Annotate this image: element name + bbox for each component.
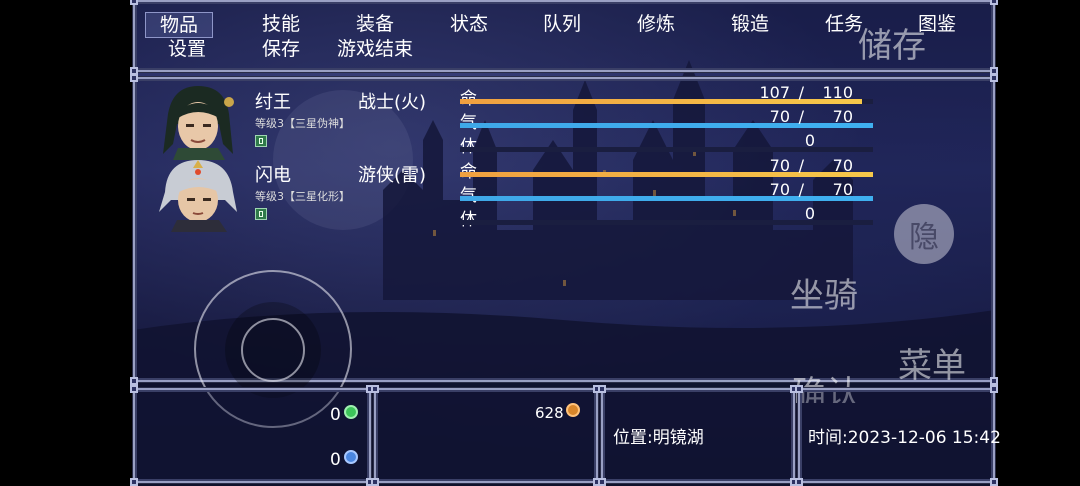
stat-label: 气 [460, 181, 477, 206]
stat-current: 70 [769, 156, 790, 175]
hourglass-icon [255, 135, 267, 147]
panel-corner [130, 74, 138, 82]
stat-label: 命 [460, 157, 477, 182]
panel-corner [990, 478, 998, 486]
stat-current: 70 [769, 180, 790, 199]
panel-corner [990, 74, 998, 82]
menu-item-items[interactable]: 物品 [145, 12, 214, 38]
panel-corner [371, 478, 379, 486]
green-coin-icon [344, 405, 358, 419]
main-menu-button[interactable]: 菜单 [898, 338, 966, 387]
member-class: 战士(火) [358, 92, 427, 113]
member-level: 等级3【三星伪神】 [255, 117, 350, 130]
stat-separator: / [798, 107, 804, 126]
portrait-zhouwang [163, 86, 234, 160]
save-overlay-button[interactable]: 储存 [858, 18, 926, 67]
menu-item-skills[interactable]: 技能 [262, 12, 300, 36]
menu-item-quit-game[interactable]: 游戏结束 [337, 37, 413, 61]
stat-max: 70 [832, 180, 853, 199]
member-name: 闪电 [255, 165, 291, 186]
menu-item-forge[interactable]: 锻造 [731, 12, 769, 36]
gold-count: 628 [535, 404, 564, 422]
stat-current: 107 [759, 83, 790, 102]
green-coin-count: 0 [330, 405, 341, 425]
member-class: 游侠(雷) [358, 165, 427, 186]
menu-item-formation[interactable]: 队列 [543, 12, 581, 36]
menu-item-settings[interactable]: 设置 [168, 37, 206, 61]
stat-label: 体 [460, 205, 477, 230]
stat-separator: / [798, 156, 804, 175]
panel-corner [130, 478, 138, 486]
panel-corner [795, 478, 803, 486]
panel-corner [990, 377, 998, 385]
panel-corner [130, 385, 138, 393]
hourglass-icon [255, 208, 267, 220]
menu-item-cultivation[interactable]: 修炼 [637, 12, 675, 36]
stat-current: 70 [769, 107, 790, 126]
stat-value: 0 [804, 131, 815, 150]
stat-max: 110 [822, 83, 853, 102]
stat-max: 70 [832, 156, 853, 175]
member-level: 等级3【三星化形】 [255, 190, 350, 203]
mount-button[interactable]: 坐骑 [790, 268, 858, 317]
panel-corner [990, 0, 998, 5]
portrait-shandian [159, 160, 237, 232]
stat-max: 70 [832, 107, 853, 126]
time-label: 时间:2023-12-06 15:42 [808, 428, 1001, 448]
stat-label: 体 [460, 132, 477, 157]
menu-item-equipment[interactable]: 装备 [356, 12, 394, 36]
member-name: 纣王 [255, 92, 291, 113]
menu-item-status[interactable]: 状态 [450, 12, 488, 36]
panel-corner [371, 385, 379, 393]
panel-corner [795, 385, 803, 393]
gold-coin-icon [566, 403, 580, 417]
stat-value: 0 [804, 204, 815, 223]
hide-ui-button[interactable]: 隐 [894, 204, 954, 264]
panel-corner [130, 0, 138, 5]
location-label: 位置:明镜湖 [613, 428, 704, 448]
gold-panel [371, 385, 601, 486]
menu-item-save[interactable]: 保存 [262, 37, 300, 61]
stat-label: 气 [460, 108, 477, 133]
stat-separator: / [798, 180, 804, 199]
panel-corner [598, 478, 606, 486]
panel-corner [130, 377, 138, 385]
stat-label: 命 [460, 84, 477, 109]
panel-corner [990, 385, 998, 393]
blue-coin-count: 0 [330, 450, 341, 470]
joystick-knob[interactable] [241, 318, 305, 382]
blue-coin-icon [344, 450, 358, 464]
stat-separator: / [798, 83, 804, 102]
panel-corner [598, 385, 606, 393]
